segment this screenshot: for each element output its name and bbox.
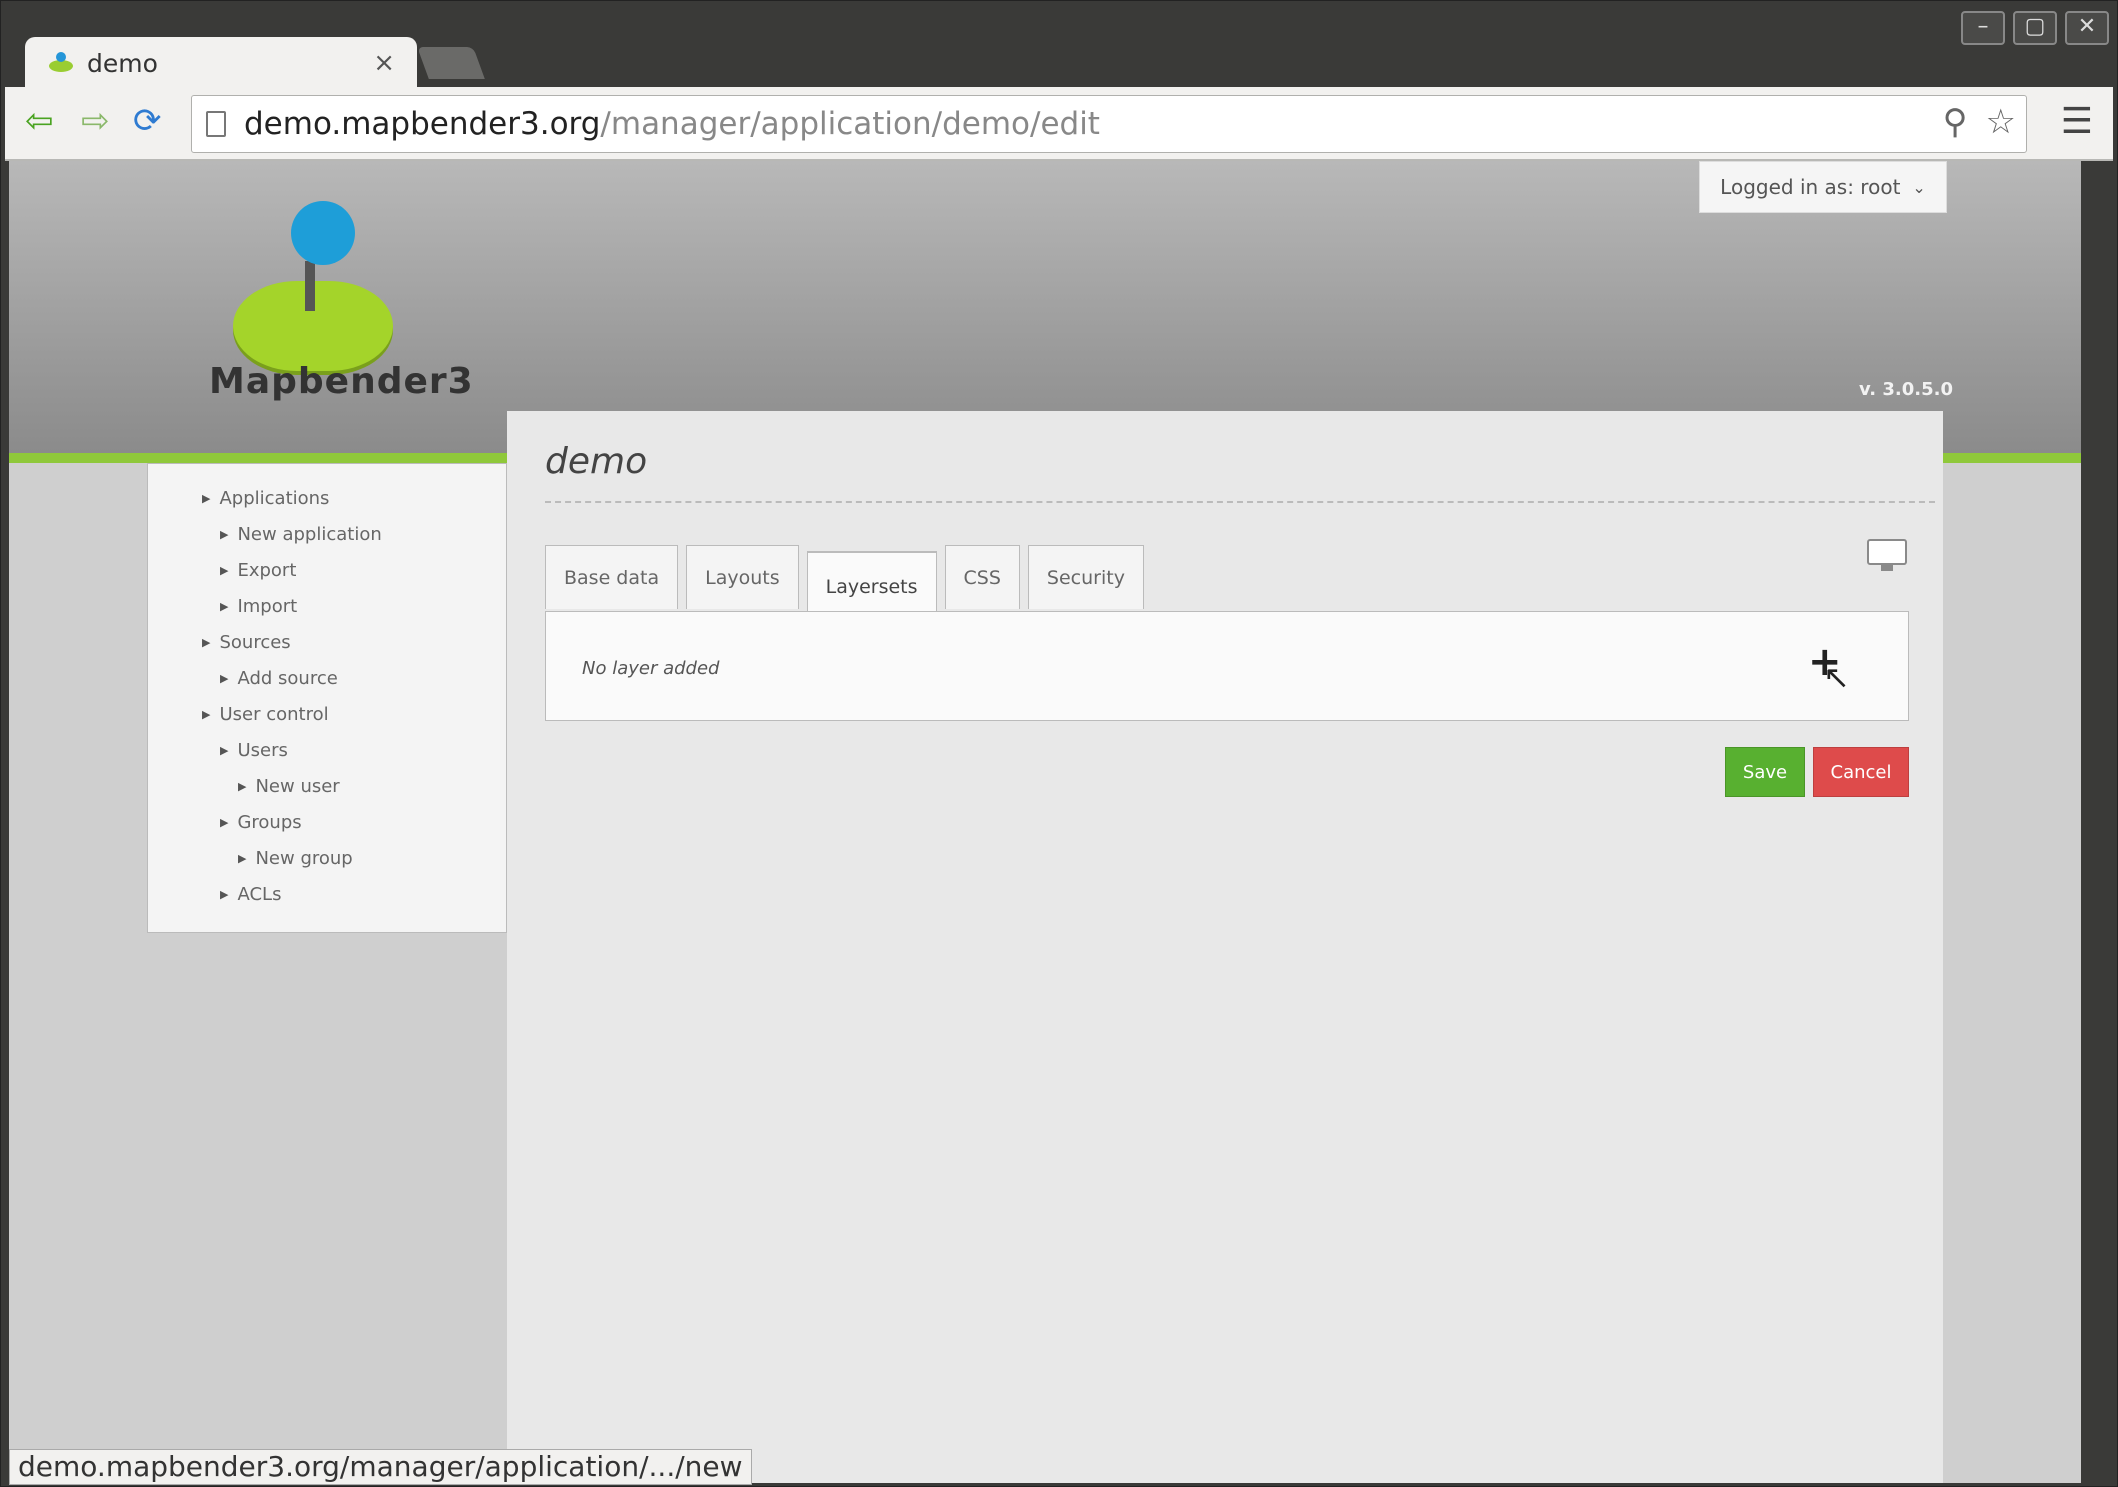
version-label: v. 3.0.5.0: [1859, 379, 1953, 400]
user-menu-label: Logged in as: root: [1720, 175, 1901, 199]
sidebar-item-user-control[interactable]: ▶ User control: [148, 696, 506, 732]
logo-text: Mapbender3: [209, 361, 474, 402]
caret-right-icon: ▶: [220, 671, 229, 685]
address-bar[interactable]: demo.mapbender3.org /manager/application…: [191, 95, 2027, 153]
back-arrow-icon[interactable]: ⇦: [25, 101, 54, 141]
status-bar-url: demo.mapbender3.org/manager/application/…: [9, 1449, 752, 1485]
mouse-cursor-icon: ↖: [1823, 658, 1850, 696]
empty-layers-message: No layer added: [582, 658, 720, 679]
mapbender-logo[interactable]: Mapbender3: [199, 201, 473, 411]
sidebar-item-users[interactable]: ▶ Users: [148, 732, 506, 768]
new-tab-button[interactable]: [417, 47, 485, 79]
caret-right-icon: ▶: [220, 743, 229, 757]
tab-strip: Base data Layouts Layersets CSS Security: [545, 545, 1144, 621]
sidebar-item-acls[interactable]: ▶ ACLs: [148, 876, 506, 912]
caret-right-icon: ▶: [202, 635, 211, 649]
tab-title: demo: [87, 48, 158, 78]
main-content: demo Base data Layouts Layersets CSS Sec…: [507, 411, 1943, 1483]
sidebar-item-sources[interactable]: ▶ Sources: [148, 624, 506, 660]
caret-right-icon: ▶: [238, 851, 247, 865]
layersets-panel: No layer added + ↖: [545, 611, 1909, 721]
tab-css[interactable]: CSS: [944, 545, 1020, 609]
sidebar-item-export[interactable]: ▶ Export: [148, 552, 506, 588]
title-divider: [545, 501, 1935, 503]
sidebar-item-groups[interactable]: ▶ Groups: [148, 804, 506, 840]
save-button[interactable]: Save: [1725, 747, 1805, 797]
forward-arrow-icon[interactable]: ⇨: [81, 101, 110, 141]
caret-right-icon: ▶: [202, 491, 211, 505]
caret-right-icon: ▶: [238, 779, 247, 793]
caret-right-icon: ▶: [220, 563, 229, 577]
tab-close-icon[interactable]: ×: [373, 48, 395, 78]
caret-right-icon: ▶: [220, 527, 229, 541]
sidebar-nav: ▶ Applications ▶ New application ▶ Export ▶…: [147, 463, 507, 933]
url-host: demo.mapbender3.org: [244, 106, 601, 142]
tab-layouts[interactable]: Layouts: [686, 545, 799, 609]
mapbender-favicon-icon: [47, 52, 75, 74]
caret-right-icon: ▶: [202, 707, 211, 721]
url-path: /manager/application/demo/edit: [600, 106, 1100, 142]
tab-security[interactable]: Security: [1027, 545, 1144, 609]
sidebar-item-new-application[interactable]: ▶ New application: [148, 516, 506, 552]
close-window-icon[interactable]: ✕: [2065, 11, 2109, 45]
sidebar-item-add-source[interactable]: ▶ Add source: [148, 660, 506, 696]
search-icon[interactable]: ⚲: [1943, 102, 1968, 142]
minimize-icon[interactable]: –: [1961, 11, 2005, 45]
tab-base-data[interactable]: Base data: [545, 545, 679, 609]
maximize-icon[interactable]: ▢: [2013, 11, 2057, 45]
sidebar-item-new-user[interactable]: ▶ New user: [148, 768, 506, 804]
caret-right-icon: ▶: [220, 887, 229, 901]
chevron-down-icon: ⌄: [1912, 177, 1926, 197]
page-viewport: Mapbender3 v. 3.0.5.0 Logged in as: root…: [9, 161, 2081, 1483]
bookmark-star-icon[interactable]: ☆: [1986, 102, 2016, 142]
caret-right-icon: ▶: [220, 599, 229, 613]
title-bar: demo × – ▢ ✕: [1, 1, 2117, 89]
page-title: demo: [545, 441, 648, 482]
sidebar-item-applications[interactable]: ▶ Applications: [148, 480, 506, 516]
reload-icon[interactable]: ⟳: [133, 101, 162, 141]
browser-menu-icon[interactable]: ☰: [2061, 101, 2093, 142]
browser-tab[interactable]: demo ×: [25, 37, 417, 89]
browser-window: demo × – ▢ ✕ ⇦ ⇨ ⟳ demo.mapbender3.org /…: [0, 0, 2118, 1487]
monitor-icon[interactable]: [1867, 539, 1907, 573]
page-icon: [206, 111, 226, 137]
user-menu[interactable]: Logged in as: root ⌄: [1699, 161, 1947, 213]
caret-right-icon: ▶: [220, 815, 229, 829]
sidebar-item-import[interactable]: ▶ Import: [148, 588, 506, 624]
sidebar-item-new-group[interactable]: ▶ New group: [148, 840, 506, 876]
cancel-button[interactable]: Cancel: [1813, 747, 1909, 797]
browser-toolbar: ⇦ ⇨ ⟳ demo.mapbender3.org /manager/appli…: [5, 87, 2113, 161]
